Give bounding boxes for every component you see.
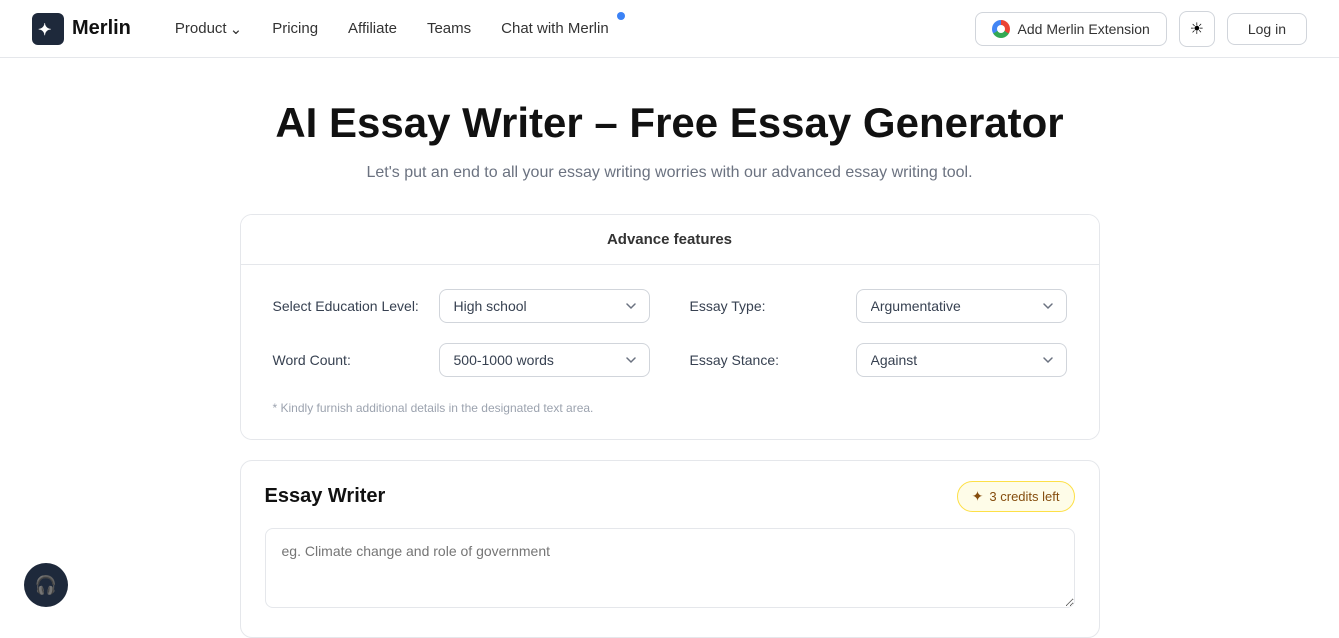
nav-label-pricing: Pricing (272, 20, 318, 37)
essay-stance-label: Essay Stance: (690, 352, 840, 368)
word-count-select[interactable]: 500-1000 words 1000-1500 words 1500-2000… (439, 343, 650, 377)
extension-button-label: Add Merlin Extension (1018, 21, 1150, 37)
essay-writer-card: Essay Writer ✦ 3 credits left (240, 460, 1100, 638)
education-level-label: Select Education Level: (273, 298, 423, 314)
main-content: AI Essay Writer – Free Essay Generator L… (220, 58, 1120, 638)
credits-badge: ✦ 3 credits left (957, 481, 1075, 512)
education-level-row: Select Education Level: High school Coll… (273, 289, 650, 323)
form-grid: Select Education Level: High school Coll… (273, 289, 1067, 415)
svg-text:✦: ✦ (38, 22, 51, 39)
floating-help-button[interactable]: 🎧 (24, 563, 68, 607)
navbar: ✦ Merlin Product ⌄ Pricing Affiliate Tea… (0, 0, 1339, 58)
add-extension-button[interactable]: Add Merlin Extension (975, 12, 1167, 46)
essay-writer-header: Essay Writer ✦ 3 credits left (241, 461, 1099, 528)
login-label: Log in (1248, 21, 1286, 37)
nav-item-pricing[interactable]: Pricing (260, 14, 330, 43)
essay-type-row: Essay Type: Argumentative Descriptive Ex… (690, 289, 1067, 323)
sun-icon: ☀ (1190, 19, 1204, 39)
login-button[interactable]: Log in (1227, 13, 1307, 45)
chrome-icon (992, 20, 1010, 38)
essay-textarea-wrapper (241, 528, 1099, 637)
nav-label-chat: Chat with Merlin (501, 20, 609, 37)
word-count-row: Word Count: 500-1000 words 1000-1500 wor… (273, 343, 650, 377)
essay-stance-row: Essay Stance: Against For Neutral (690, 343, 1067, 377)
education-level-select[interactable]: High school College University PhD (439, 289, 650, 323)
headset-icon: 🎧 (35, 575, 57, 596)
navbar-nav: Product ⌄ Pricing Affiliate Teams Chat w… (163, 14, 975, 44)
advanced-features-body: Select Education Level: High school Coll… (241, 265, 1099, 439)
essay-type-label: Essay Type: (690, 298, 840, 314)
advanced-features-title: Advance features (607, 231, 732, 248)
essay-writer-title: Essay Writer (265, 485, 386, 508)
nav-item-product[interactable]: Product ⌄ (163, 14, 254, 44)
essay-type-select[interactable]: Argumentative Descriptive Expository Nar… (856, 289, 1067, 323)
nav-label-affiliate: Affiliate (348, 20, 397, 37)
merlin-logo-icon: ✦ (32, 13, 64, 45)
chat-notification-dot (617, 12, 625, 20)
sparkle-icon: ✦ (972, 488, 984, 505)
essay-stance-select[interactable]: Against For Neutral (856, 343, 1067, 377)
brand-logo[interactable]: ✦ Merlin (32, 13, 131, 45)
advanced-features-card: Advance features Select Education Level:… (240, 214, 1100, 440)
essay-textarea[interactable] (265, 528, 1075, 608)
credits-label: 3 credits left (989, 489, 1059, 504)
nav-label-teams: Teams (427, 20, 471, 37)
navbar-right: Add Merlin Extension ☀ Log in (975, 11, 1307, 47)
advanced-features-header: Advance features (241, 215, 1099, 265)
nav-label-product: Product (175, 20, 227, 37)
nav-item-affiliate[interactable]: Affiliate (336, 14, 409, 43)
form-note: * Kindly furnish additional details in t… (273, 401, 1067, 415)
page-subtitle: Let's put an end to all your essay writi… (240, 164, 1100, 182)
chevron-down-icon: ⌄ (230, 20, 243, 38)
nav-item-teams[interactable]: Teams (415, 14, 483, 43)
brand-name: Merlin (72, 17, 131, 40)
theme-toggle-button[interactable]: ☀ (1179, 11, 1215, 47)
nav-item-chat[interactable]: Chat with Merlin (489, 14, 621, 43)
page-title: AI Essay Writer – Free Essay Generator (240, 98, 1100, 148)
word-count-label: Word Count: (273, 352, 423, 368)
